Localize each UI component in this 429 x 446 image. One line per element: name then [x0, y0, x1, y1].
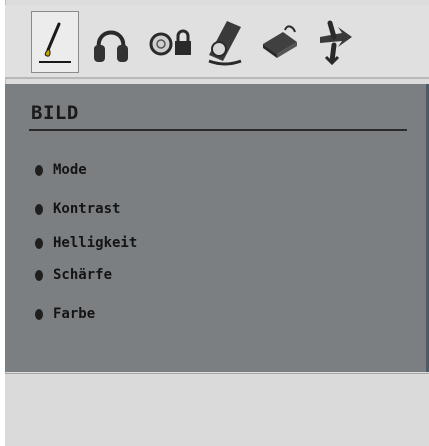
- menu-item-schaerfe[interactable]: Schärfe: [35, 264, 112, 286]
- source-icon: [263, 25, 297, 58]
- menu-toolbar: [5, 5, 429, 79]
- bullet-icon: [35, 237, 43, 249]
- menu-title: BILD: [31, 102, 79, 124]
- tab-settings[interactable]: [201, 11, 249, 73]
- bullet-icon: [35, 269, 43, 281]
- sound-icon: [94, 30, 128, 62]
- bullet-icon: [35, 308, 43, 320]
- settings-icon: [208, 21, 242, 66]
- bullet-icon: [35, 164, 43, 176]
- bullet-icon: [35, 203, 43, 215]
- title-divider: [29, 129, 407, 131]
- tab-picture[interactable]: [31, 11, 79, 73]
- menu-item-label: Farbe: [53, 306, 96, 322]
- menu-item-label: Helligkeit: [53, 235, 138, 251]
- lock-icon: [149, 29, 191, 56]
- menu-item-label: Kontrast: [53, 201, 121, 217]
- tab-lock[interactable]: [147, 11, 195, 73]
- menu-item-kontrast[interactable]: Kontrast: [35, 198, 120, 220]
- info-panel: [5, 373, 429, 446]
- menu-item-farbe[interactable]: Farbe: [35, 303, 95, 325]
- menu-item-label: Schärfe: [53, 267, 113, 283]
- menu-item-helligkeit[interactable]: Helligkeit: [35, 232, 137, 254]
- picture-menu-panel: BILD Mode Kontrast Helligkeit Schärfe Fa…: [5, 84, 429, 372]
- tab-sound[interactable]: [87, 11, 135, 73]
- menu-item-label: Mode: [53, 162, 87, 178]
- tab-install[interactable]: [311, 11, 359, 73]
- menu-item-mode[interactable]: Mode: [35, 159, 87, 181]
- tab-source[interactable]: [255, 11, 303, 73]
- picture-icon: [39, 22, 71, 63]
- install-icon: [320, 20, 352, 66]
